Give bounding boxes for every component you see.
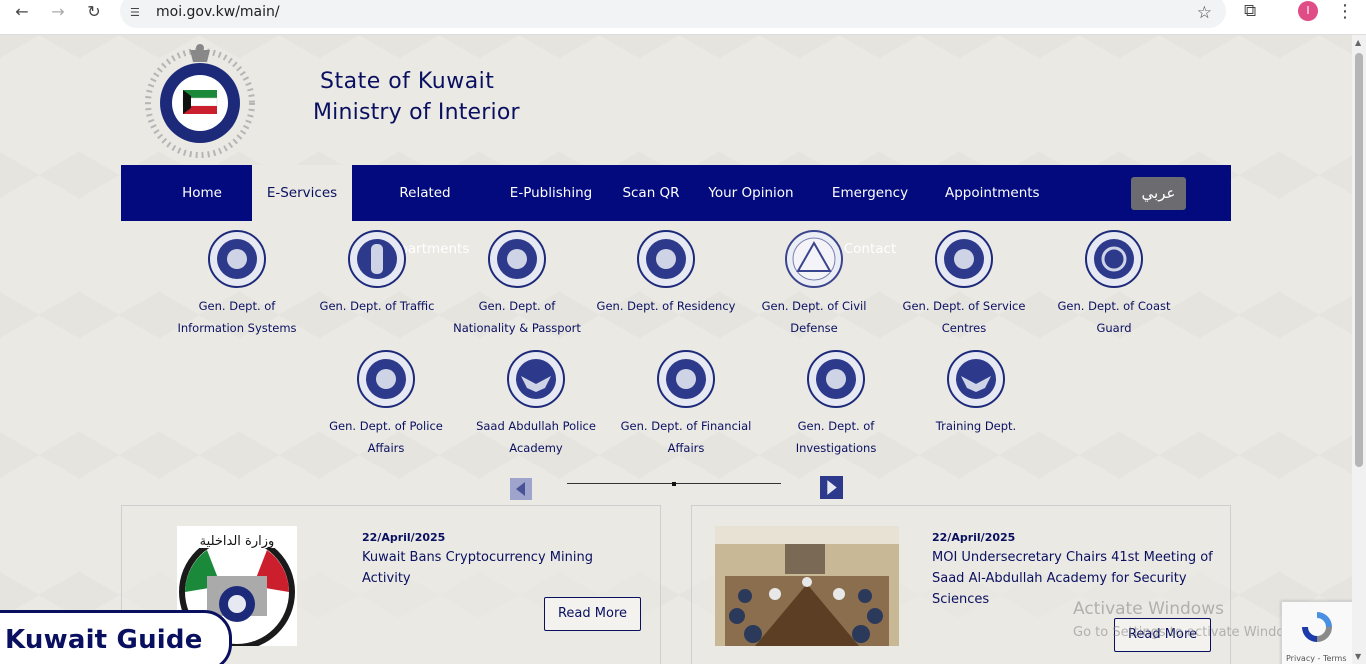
nav-related-departments[interactable]: Related Departments [354, 165, 496, 257]
news-title-line1[interactable]: Kuwait Bans Cryptocurrency Mining [362, 550, 593, 565]
nav-emergency-contact[interactable]: Emergency Contact [808, 165, 932, 257]
kuwait-guide-badge: Kuwait Guide [0, 610, 232, 664]
site-settings-icon[interactable]: ☰ [130, 6, 140, 19]
nav-home[interactable]: Home [164, 165, 240, 221]
dept-label-line1: Gen. Dept. of [198, 299, 276, 313]
read-more-button[interactable]: Read More [544, 597, 641, 631]
address-bar[interactable]: ☰ moi.gov.kw/main/ ☆ [120, 0, 1226, 28]
news-title-line1[interactable]: MOI Undersecretary Chairs 41st Meeting o… [932, 550, 1213, 565]
dept-label-line2: Affairs [367, 441, 405, 455]
reload-icon[interactable]: ↻ [84, 2, 104, 22]
dept-label-line2: Centres [941, 321, 987, 335]
dept-label-line2: Information Systems [177, 321, 297, 335]
meeting-photo-image[interactable] [715, 526, 899, 646]
dept-label-line2: Guard [1096, 321, 1132, 335]
svg-text:وزارة الداخلية: وزارة الداخلية [200, 534, 275, 549]
page-scrollbar[interactable]: ▲ ▼ [1352, 35, 1366, 664]
department-emblem-icon [657, 350, 715, 408]
carousel-next-icon[interactable] [820, 476, 843, 499]
main-navbar: Home E-Services Related Departments E-Pu… [121, 165, 1231, 257]
activate-windows-watermark: Activate Windows [1073, 599, 1224, 619]
kuwait-guide-text: Kuwait Guide [5, 625, 203, 655]
dept-label-line2: Academy [509, 441, 563, 455]
dept-training[interactable]: Training Dept. [901, 350, 1051, 437]
carousel-prev-icon[interactable] [510, 478, 532, 500]
dept-label-line1: Gen. Dept. of [478, 299, 556, 313]
nav-appointments[interactable]: Appointments [945, 165, 1040, 221]
kuwait-police-logo[interactable] [145, 40, 255, 158]
carousel-position-indicator[interactable] [672, 482, 676, 486]
dept-label-line1: Gen. Dept. of Coast [1057, 299, 1171, 313]
dept-label-line1: Gen. Dept. of Residency [596, 299, 736, 313]
department-emblem-icon [208, 230, 266, 288]
dept-label-line2: Investigations [795, 441, 877, 455]
dept-label-line1: Gen. Dept. of Civil [761, 299, 867, 313]
nav-e-services[interactable]: E-Services [252, 165, 352, 221]
scroll-down-icon[interactable]: ▼ [1355, 652, 1361, 661]
department-emblem-icon [807, 350, 865, 408]
news-title-line3[interactable]: Sciences [932, 592, 989, 607]
nav-e-publishing[interactable]: E-Publishing [507, 165, 595, 221]
dept-nationality-passport[interactable]: Gen. Dept. of Nationality & Passport [442, 230, 592, 339]
scrollbar-thumb[interactable] [1355, 53, 1363, 467]
bookmark-star-icon[interactable]: ☆ [1197, 3, 1212, 23]
web-page: State of Kuwait Ministry of Interior Hom… [0, 35, 1352, 664]
dept-label-line1: Gen. Dept. of Traffic [319, 299, 435, 313]
site-title-country: State of Kuwait [320, 69, 495, 94]
dept-traffic[interactable]: Gen. Dept. of Traffic [302, 230, 452, 317]
department-emblem-icon [488, 230, 546, 288]
department-emblem-icon [348, 230, 406, 288]
dept-residency[interactable]: Gen. Dept. of Residency [591, 230, 741, 317]
profile-avatar[interactable]: I [1298, 1, 1318, 21]
eagle-emblem-icon [947, 350, 1005, 408]
url-text[interactable]: moi.gov.kw/main/ [156, 4, 280, 20]
recaptcha-icon [1302, 612, 1332, 642]
dept-financial-affairs[interactable]: Gen. Dept. of Financial Affairs [611, 350, 761, 459]
dept-label-line1: Saad Abdullah Police [476, 419, 596, 433]
coast-guard-anchor-icon [1085, 230, 1143, 288]
nav-your-opinion[interactable]: Your Opinion [703, 165, 799, 221]
dept-label-line1: Gen. Dept. of Police [329, 419, 443, 433]
civil-defense-triangle-icon [785, 230, 843, 288]
extensions-icon[interactable]: ⧉ [1244, 1, 1264, 21]
dept-service-centres[interactable]: Gen. Dept. of Service Centres [889, 230, 1039, 339]
department-emblem-icon [637, 230, 695, 288]
news-card: 22/April/2025 MOI Undersecretary Chairs … [691, 505, 1231, 664]
dept-police-academy[interactable]: Saad Abdullah Police Academy [461, 350, 611, 459]
language-toggle-button[interactable]: عربي [1131, 177, 1186, 210]
news-date: 22/April/2025 [932, 531, 1016, 544]
dept-label-line1: Gen. Dept. of [797, 419, 875, 433]
activate-windows-subtext: Go to Settings to activate Windows. [1073, 625, 1306, 640]
news-date: 22/April/2025 [362, 531, 446, 544]
dept-investigations[interactable]: Gen. Dept. of Investigations [761, 350, 911, 459]
dept-police-affairs[interactable]: Gen. Dept. of Police Affairs [311, 350, 461, 459]
back-icon[interactable]: ← [12, 2, 32, 22]
dept-label-line2: Defense [790, 321, 838, 335]
nav-scan-qr[interactable]: Scan QR [615, 165, 687, 221]
site-title-ministry: Ministry of Interior [313, 100, 520, 125]
news-title-line2[interactable]: Activity [362, 571, 411, 586]
forward-icon[interactable]: → [48, 2, 68, 22]
dept-label-line2: Nationality & Passport [453, 321, 581, 335]
department-emblem-icon [935, 230, 993, 288]
news-title-line2[interactable]: Saad Al-Abdullah Academy for Security [932, 571, 1187, 586]
dept-label-line1: Gen. Dept. of Service [902, 299, 1026, 313]
dept-label-line1: Training Dept. [935, 419, 1017, 433]
browser-toolbar: ← → ↻ ☰ moi.gov.kw/main/ ☆ ⧉ I ⋮ [0, 0, 1366, 35]
scroll-up-icon[interactable]: ▲ [1355, 38, 1361, 47]
dept-civil-defense[interactable]: Gen. Dept. of Civil Defense [739, 230, 889, 339]
eagle-emblem-icon [507, 350, 565, 408]
dept-information-systems[interactable]: Gen. Dept. of Information Systems [162, 230, 312, 339]
dept-coast-guard[interactable]: Gen. Dept. of Coast Guard [1039, 230, 1189, 339]
recaptcha-links[interactable]: Privacy - Terms [1286, 654, 1347, 663]
browser-menu-icon[interactable]: ⋮ [1336, 1, 1354, 22]
news-title[interactable]: Kuwait Bans Cryptocurrency Mining Activi… [362, 547, 632, 589]
department-emblem-icon [357, 350, 415, 408]
dept-label-line1: Gen. Dept. of Financial [620, 419, 752, 433]
dept-label-line2: Affairs [667, 441, 705, 455]
recaptcha-badge[interactable]: Privacy - Terms [1281, 601, 1352, 664]
